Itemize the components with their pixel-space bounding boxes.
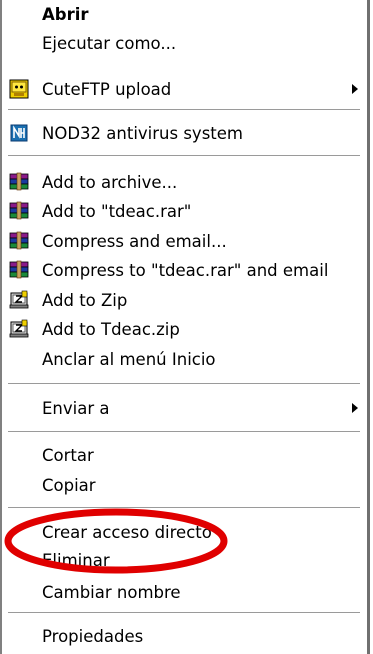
menu-item-add-to-tdeac-rar[interactable]: Add to "tdeac.rar" bbox=[2, 199, 367, 223]
menu-item-label: Cortar bbox=[42, 445, 94, 465]
menu-item-label: Add to Tdeac.zip bbox=[42, 319, 180, 339]
menu-item-label: Propiedades bbox=[42, 626, 144, 646]
winzip-icon bbox=[8, 318, 30, 340]
menu-item-ejecutar-como[interactable]: Ejecutar como... bbox=[2, 31, 367, 55]
menu-separator bbox=[8, 155, 360, 157]
menu-item-cuteftp-upload[interactable]: CuteFTP upload bbox=[2, 77, 367, 101]
menu-item-label: Copiar bbox=[42, 475, 96, 495]
winrar-icon bbox=[8, 200, 30, 222]
submenu-arrow-icon bbox=[352, 403, 358, 413]
menu-item-nod32[interactable]: NOD32 antivirus system bbox=[2, 121, 367, 145]
menu-item-label: Compress and email... bbox=[42, 231, 227, 251]
menu-item-label: Add to Zip bbox=[42, 290, 128, 310]
menu-item-cortar[interactable]: Cortar bbox=[2, 443, 367, 467]
winrar-icon bbox=[8, 259, 30, 281]
menu-item-label: NOD32 antivirus system bbox=[42, 123, 243, 143]
menu-item-label: Add to "tdeac.rar" bbox=[42, 201, 192, 221]
cuteftp-icon bbox=[8, 78, 30, 100]
winzip-icon bbox=[8, 289, 30, 311]
menu-item-copiar[interactable]: Copiar bbox=[2, 473, 367, 497]
nod32-icon bbox=[8, 122, 30, 144]
menu-separator bbox=[8, 109, 360, 111]
menu-item-label: Abrir bbox=[42, 4, 89, 24]
menu-right-border bbox=[367, 0, 370, 654]
menu-item-label: Cambiar nombre bbox=[42, 582, 181, 602]
menu-item-label: Add to archive... bbox=[42, 172, 178, 192]
menu-item-enviar-a[interactable]: Enviar a bbox=[2, 396, 367, 420]
menu-item-label: CuteFTP upload bbox=[42, 79, 172, 99]
menu-item-compress-to-tdeac-rar-and-email[interactable]: Compress to "tdeac.rar" and email bbox=[2, 258, 367, 282]
highlight-ellipse bbox=[4, 508, 228, 574]
menu-item-label: Ejecutar como... bbox=[42, 33, 177, 53]
winrar-icon bbox=[8, 171, 30, 193]
menu-item-add-to-tdeac-zip[interactable]: Add to Tdeac.zip bbox=[2, 317, 367, 341]
winrar-icon bbox=[8, 230, 30, 252]
menu-separator bbox=[8, 383, 360, 385]
menu-item-add-to-archive[interactable]: Add to archive... bbox=[2, 170, 367, 194]
menu-item-add-to-zip[interactable]: Add to Zip bbox=[2, 288, 367, 312]
menu-item-label: Anclar al menú Inicio bbox=[42, 349, 216, 369]
menu-item-compress-and-email[interactable]: Compress and email... bbox=[2, 229, 367, 253]
menu-item-propiedades[interactable]: Propiedades bbox=[2, 624, 367, 648]
submenu-arrow-icon bbox=[352, 84, 358, 94]
menu-separator bbox=[8, 612, 360, 614]
menu-separator bbox=[8, 431, 360, 433]
menu-item-anclar-menu-inicio[interactable]: Anclar al menú Inicio bbox=[2, 347, 367, 371]
menu-item-label: Compress to "tdeac.rar" and email bbox=[42, 260, 329, 280]
menu-item-abrir[interactable]: Abrir bbox=[2, 2, 367, 26]
menu-item-label: Enviar a bbox=[42, 398, 110, 418]
menu-item-cambiar-nombre[interactable]: Cambiar nombre bbox=[2, 580, 367, 604]
